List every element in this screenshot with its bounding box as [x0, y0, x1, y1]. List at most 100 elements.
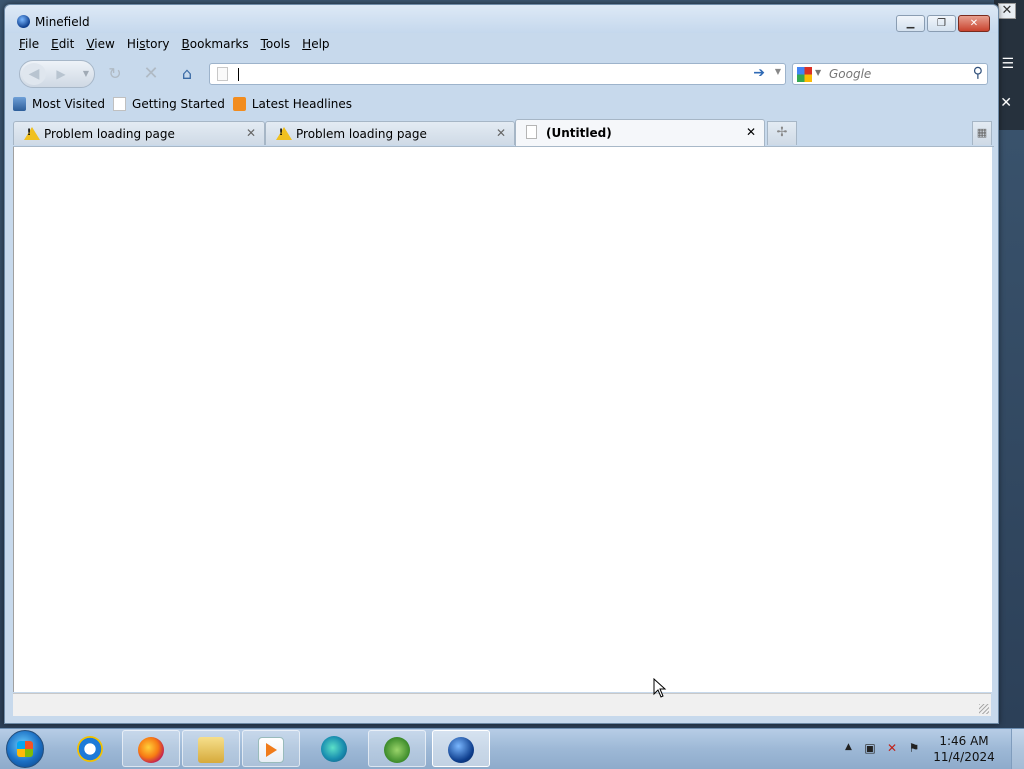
page-content[interactable] [13, 147, 992, 692]
status-bar [13, 693, 991, 716]
firefox-icon [138, 737, 164, 763]
window-title: Minefield [35, 15, 90, 29]
back-button[interactable]: ◀ [22, 63, 46, 85]
back-arrow-icon: ◀ [28, 66, 40, 82]
menu-history[interactable]: History [121, 35, 176, 55]
tab-label: Problem loading page [44, 127, 175, 141]
menu-help[interactable]: Help [296, 35, 335, 55]
plus-icon: ✢ [776, 125, 788, 140]
maximize-button[interactable]: ❐ [927, 15, 956, 32]
page-favicon-icon [217, 67, 228, 81]
engine-dropdown-icon[interactable]: ▼ [815, 68, 821, 77]
taskbar-windows[interactable] [368, 730, 426, 767]
menu-bookmarks-key: B [181, 37, 190, 51]
menu-tools[interactable]: Tools [255, 35, 297, 55]
menu-help-rest: elp [311, 37, 330, 51]
search-input[interactable] [829, 67, 959, 81]
forward-arrow-icon: ▶ [56, 67, 66, 81]
url-input[interactable] [236, 66, 716, 82]
tab-strip: ! Problem loading page ✕ ! Problem loadi… [13, 119, 994, 147]
menu-edit-key: E [51, 37, 59, 51]
taskbar-minefield[interactable] [432, 730, 490, 767]
home-icon: ⌂ [181, 64, 193, 83]
tab-untitled[interactable]: (Untitled) ✕ [515, 119, 765, 146]
url-history-dropdown[interactable]: ▼ [775, 67, 781, 76]
media-player-icon [258, 737, 284, 763]
system-tray: ▲ ▣ ✕ ⚑ 1:46 AM 11/4/2024 [839, 729, 1024, 769]
minefield-app-icon [17, 15, 30, 28]
chevron-down-icon: ▼ [82, 69, 90, 78]
tab-problem-loading-2[interactable]: ! Problem loading page ✕ [265, 121, 515, 145]
clock-date: 11/4/2024 [933, 750, 995, 764]
action-center-flag-icon[interactable]: ⚑ [907, 741, 921, 755]
reload-icon: ↻ [108, 64, 122, 83]
taskbar-edge[interactable] [306, 730, 364, 767]
clock[interactable]: 1:46 AM 11/4/2024 [931, 733, 997, 765]
ie-icon [77, 736, 103, 762]
menu-view[interactable]: View [80, 35, 120, 55]
minimize-button[interactable]: ▁ [896, 15, 925, 32]
navigation-toolbar: ◀ ▶ ▼ ↻ ✕ ⌂ ➔ ▼ ▼ ⚲ [13, 58, 990, 90]
taskbar-media-player[interactable] [242, 730, 300, 767]
go-button[interactable]: ➔ [753, 65, 765, 81]
search-bar[interactable]: ▼ ⚲ [792, 63, 988, 85]
stop-button[interactable]: ✕ [141, 64, 161, 84]
taskbar-file-explorer[interactable] [182, 730, 240, 767]
menu-edit[interactable]: Edit [45, 35, 80, 55]
close-icon: ✕ [969, 18, 979, 29]
menu-bookmarks-rest: ookmarks [189, 37, 249, 51]
bookmark-label: Getting Started [132, 97, 225, 111]
page-icon [526, 125, 537, 139]
warning-mark: ! [279, 128, 284, 138]
taskbar-ie[interactable] [62, 730, 120, 767]
new-tab-button[interactable]: ✢ [767, 121, 797, 145]
go-arrow-icon: ➔ [753, 65, 765, 81]
tab-close-icon[interactable]: ✕ [746, 125, 756, 139]
close-button[interactable]: ✕ [958, 15, 990, 32]
list-all-tabs-button[interactable]: ▦ [972, 121, 992, 145]
search-icon[interactable]: ⚲ [973, 65, 983, 81]
show-desktop-button[interactable] [1011, 729, 1024, 769]
menu-view-rest: iew [94, 37, 115, 51]
bookmark-getting-started[interactable]: Getting Started [113, 97, 225, 111]
tab-close-icon[interactable]: ✕ [496, 126, 506, 140]
title-bar[interactable]: Minefield ▁ ❐ ✕ [5, 5, 998, 33]
bookmark-label: Most Visited [32, 97, 106, 111]
clock-time: 1:46 AM [939, 734, 989, 748]
menu-bookmarks[interactable]: Bookmarks [176, 35, 255, 55]
bookmark-most-visited[interactable]: Most Visited [13, 97, 105, 111]
most-visited-icon [13, 97, 26, 111]
menu-tools-rest: ools [265, 37, 291, 51]
network-icon[interactable]: ▣ [863, 741, 877, 755]
google-engine-icon[interactable] [797, 67, 812, 82]
tab-label: (Untitled) [546, 126, 612, 140]
url-bar[interactable]: ➔ ▼ [209, 63, 786, 85]
home-button[interactable]: ⌂ [177, 64, 197, 84]
bookmark-latest-headlines[interactable]: Latest Headlines [232, 97, 352, 111]
show-hidden-icons-icon[interactable]: ▲ [845, 742, 852, 752]
tab-grid-icon: ▦ [976, 126, 988, 139]
taskbar: ▲ ▣ ✕ ⚑ 1:46 AM 11/4/2024 [0, 728, 1024, 769]
history-dropdown-button[interactable]: ▼ [80, 67, 92, 81]
edge-icon [321, 736, 347, 762]
back-forward-group: ◀ ▶ ▼ [19, 60, 95, 88]
resize-grip-icon[interactable] [979, 704, 989, 714]
reload-button[interactable]: ↻ [105, 64, 125, 84]
menu-file[interactable]: File [13, 35, 45, 55]
tab-problem-loading-1[interactable]: ! Problem loading page ✕ [13, 121, 265, 145]
volume-muted-icon[interactable]: ✕ [885, 741, 899, 755]
background-menu-icon: ☰ [1001, 56, 1014, 72]
tab-label: Problem loading page [296, 127, 427, 141]
menu-history-rest: tory [145, 37, 170, 51]
taskbar-firefox[interactable] [122, 730, 180, 767]
bookmarks-toolbar: Most Visited Getting Started Latest Head… [13, 93, 360, 115]
tab-close-icon[interactable]: ✕ [246, 126, 256, 140]
background-window-close-icon[interactable]: ✕ [998, 3, 1016, 19]
folder-icon [198, 737, 224, 763]
start-button[interactable] [6, 730, 44, 768]
warning-mark: ! [27, 128, 32, 138]
page-icon [113, 97, 127, 111]
windows-logo-icon [17, 741, 33, 757]
forward-button[interactable]: ▶ [50, 65, 72, 83]
menu-edit-rest: dit [58, 37, 75, 51]
